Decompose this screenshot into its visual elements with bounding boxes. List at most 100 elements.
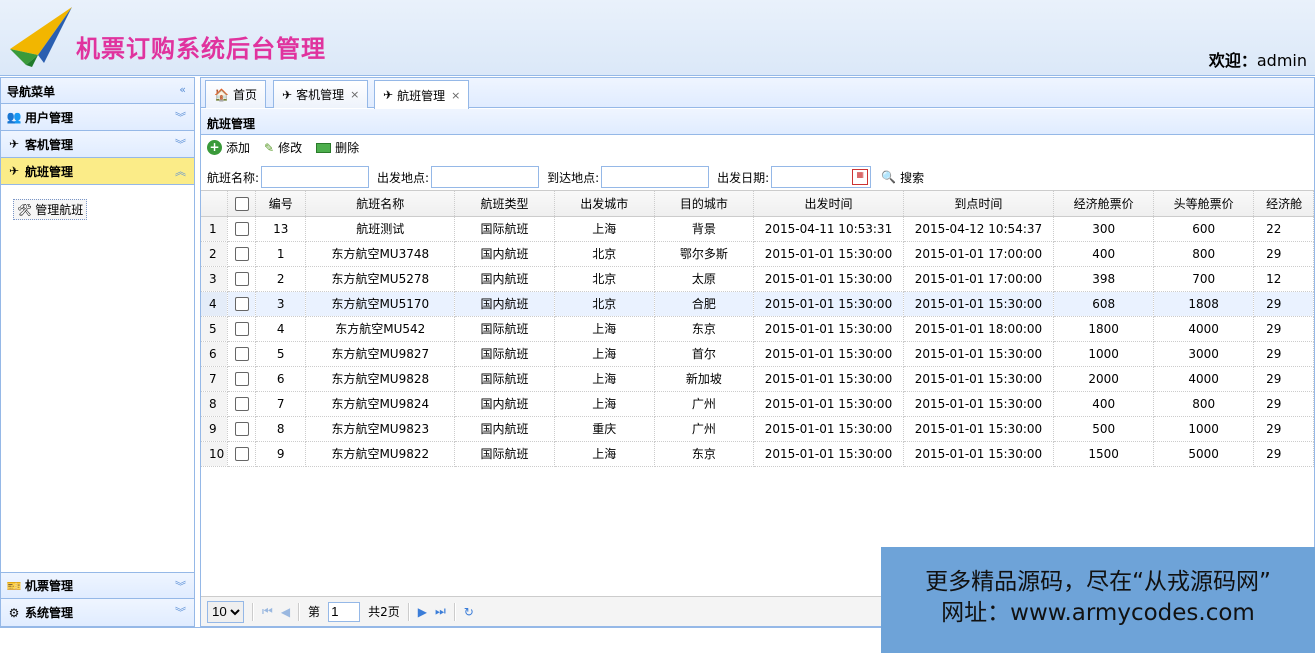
search-form: 航班名称: 出发地点: 到达地点: 出发日期: ▦ 🔍 搜索: [207, 166, 924, 188]
to-input[interactable]: [601, 166, 710, 188]
table-cell: 上海: [554, 316, 655, 342]
next-page-icon[interactable]: ▶: [418, 605, 427, 619]
table-cell: 国际航班: [454, 341, 555, 367]
submenu-manage-flights[interactable]: 🛠 管理航班: [13, 199, 88, 220]
separator: [252, 602, 254, 621]
table-cell: 12: [1253, 266, 1314, 292]
table-row[interactable]: 9 8 东方航空MU9823 国内航班 重庆 广州 2015-01-01 15:30:00 2…: [201, 416, 1314, 442]
refresh-icon[interactable]: ↻: [464, 605, 474, 619]
chevron-down-icon[interactable]: ︾: [175, 136, 186, 152]
table-row[interactable]: 6 5 东方航空MU9827 国际航班 上海 首尔 2015-01-01 15:30:00 2…: [201, 341, 1314, 367]
table-row[interactable]: 10 9 东方航空MU9822 国际航班 上海 东京 2015-01-01 15:30:00…: [201, 441, 1314, 467]
table-cell: 国内航班: [454, 391, 555, 417]
column-header[interactable]: 目的城市: [654, 191, 755, 217]
table-cell: 东方航空MU9828: [305, 366, 456, 392]
add-button[interactable]: + 添加: [207, 139, 250, 156]
chevron-down-icon[interactable]: ︾: [175, 604, 186, 620]
tab-home[interactable]: 🏠 首页: [205, 80, 266, 108]
sidebar-item-system[interactable]: ⚙ 系统管理 ︾: [1, 599, 194, 626]
sidebar-item-flights[interactable]: ✈ 航班管理 ︽: [1, 158, 194, 185]
row-checkbox[interactable]: [227, 366, 257, 392]
column-header[interactable]: 到点时间: [903, 191, 1055, 217]
column-header[interactable]: 航班类型: [454, 191, 555, 217]
close-icon[interactable]: ×: [350, 88, 359, 101]
close-icon[interactable]: ×: [451, 89, 460, 102]
sidebar-title: 导航菜单: [7, 85, 56, 99]
table-row[interactable]: 8 7 东方航空MU9824 国内航班 上海 广州 2015-01-01 15:30:00 2…: [201, 391, 1314, 417]
column-header[interactable]: 出发时间: [753, 191, 904, 217]
table-row[interactable]: 3 2 东方航空MU5278 国内航班 北京 太原 2015-01-01 15:30:00 2…: [201, 266, 1314, 292]
chevron-up-icon[interactable]: ︽: [175, 163, 186, 179]
delete-button[interactable]: 删除: [316, 139, 359, 156]
table-cell: 400: [1053, 241, 1155, 267]
airplane-icon: ✈: [8, 137, 20, 151]
home-icon: 🏠: [214, 87, 229, 102]
watermark-line-2: 网址：www.armycodes.com: [941, 600, 1255, 626]
from-input[interactable]: [431, 166, 540, 188]
column-header[interactable]: 编号: [255, 191, 307, 217]
search-icon[interactable]: 🔍: [881, 170, 896, 184]
calendar-icon[interactable]: ▦: [852, 169, 869, 185]
table-cell: 29: [1253, 341, 1314, 367]
row-number: 2: [201, 241, 229, 267]
row-checkbox[interactable]: [227, 391, 257, 417]
column-header[interactable]: 航班名称: [305, 191, 456, 217]
table-cell: 29: [1253, 316, 1314, 342]
column-header[interactable]: 头等舱票价: [1153, 191, 1255, 217]
table-cell: 300: [1053, 216, 1155, 242]
table-cell: 2015-01-01 15:30:00: [903, 291, 1055, 317]
sidebar: 导航菜单 « 👥 用户管理 ︾ ✈ 客机管理 ︾ ✈ 航班管理 ︽ 🛠 管理航班…: [0, 77, 195, 627]
first-page-icon[interactable]: ⏮: [262, 604, 273, 619]
row-checkbox[interactable]: [227, 241, 257, 267]
collapse-sidebar-icon[interactable]: «: [179, 83, 186, 96]
chevron-down-icon[interactable]: ︾: [175, 578, 186, 594]
table-cell: 航班测试: [305, 216, 456, 242]
table-row[interactable]: 5 4 东方航空MU542 国际航班 上海 东京 2015-01-01 15:30:00 20…: [201, 316, 1314, 342]
sidebar-item-aircraft[interactable]: ✈ 客机管理 ︾: [1, 131, 194, 158]
last-page-icon[interactable]: ⏭: [435, 604, 446, 619]
row-number: 10: [201, 441, 229, 467]
table-header: 编号 航班名称 航班类型 出发城市 目的城市 出发时间 到点时间 经济舱票价 头…: [201, 191, 1314, 217]
paper-plane-logo-icon: [10, 7, 72, 67]
table-row[interactable]: 2 1 东方航空MU3748 国内航班 北京 鄂尔多斯 2015-01-01 15:30:0…: [201, 241, 1314, 267]
page-size-select[interactable]: 10: [207, 600, 244, 623]
table-cell: 上海: [554, 441, 655, 467]
tab-flights[interactable]: ✈ 航班管理 ×: [374, 80, 470, 109]
row-checkbox[interactable]: [227, 441, 257, 467]
search-button[interactable]: 搜索: [900, 169, 924, 186]
row-checkbox[interactable]: [227, 216, 257, 242]
table-cell: 29: [1253, 291, 1314, 317]
table-row[interactable]: 7 6 东方航空MU9828 国际航班 上海 新加坡 2015-01-01 15:30:00…: [201, 366, 1314, 392]
row-checkbox[interactable]: [227, 341, 257, 367]
edit-button[interactable]: ✎ 修改: [264, 139, 302, 156]
chevron-down-icon[interactable]: ︾: [175, 109, 186, 125]
table-cell: 上海: [554, 216, 655, 242]
table-cell: 29: [1253, 441, 1314, 467]
row-checkbox[interactable]: [227, 266, 257, 292]
column-header[interactable]: 经济舱票价: [1053, 191, 1155, 217]
row-number: 6: [201, 341, 229, 367]
table-cell: 608: [1053, 291, 1155, 317]
tab-aircraft[interactable]: ✈ 客机管理 ×: [273, 80, 369, 108]
date-input[interactable]: ▦: [771, 166, 872, 188]
sidebar-item-users[interactable]: 👥 用户管理 ︾: [1, 104, 194, 131]
flight-name-label: 航班名称:: [207, 170, 260, 185]
sidebar-item-tickets[interactable]: 🎫 机票管理 ︾: [1, 572, 194, 599]
add-label: 添加: [226, 141, 251, 155]
column-header[interactable]: 出发城市: [554, 191, 655, 217]
table-row[interactable]: 1 13 航班测试 国际航班 上海 背景 2015-04-11 10:53:31 2015-0…: [201, 216, 1314, 242]
table-cell: 2015-01-01 17:00:00: [903, 241, 1055, 267]
flight-name-input[interactable]: [261, 166, 370, 188]
current-page-input[interactable]: [328, 601, 361, 622]
row-checkbox[interactable]: [227, 316, 257, 342]
select-all-checkbox[interactable]: [227, 191, 257, 217]
previous-page-icon[interactable]: ◀: [281, 605, 290, 619]
table-cell: 东京: [654, 441, 755, 467]
sidebar-item-label: 航班管理: [25, 164, 74, 179]
column-header[interactable]: 经济舱: [1253, 191, 1314, 217]
row-checkbox[interactable]: [227, 416, 257, 442]
table-row[interactable]: 4 3 东方航空MU5170 国内航班 北京 合肥 2015-01-01 15:30:00 2…: [201, 291, 1314, 317]
table-cell: 东方航空MU9823: [305, 416, 456, 442]
row-checkbox[interactable]: [227, 291, 257, 317]
table-cell: 广州: [654, 391, 755, 417]
